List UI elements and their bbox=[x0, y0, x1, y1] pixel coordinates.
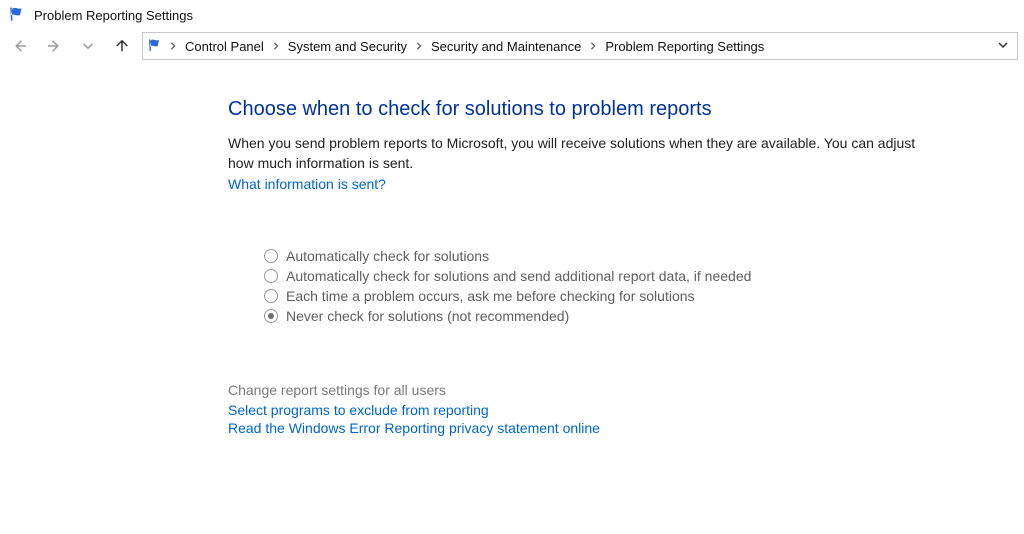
page-heading: Choose when to check for solutions to pr… bbox=[228, 98, 936, 121]
change-all-users-label: Change report settings for all users bbox=[228, 382, 936, 398]
content-area: Choose when to check for solutions to pr… bbox=[0, 66, 960, 460]
breadcrumb-item[interactable]: Control Panel bbox=[181, 37, 268, 56]
window-title: Problem Reporting Settings bbox=[34, 8, 193, 23]
option-ask-each-time[interactable]: Each time a problem occurs, ask me befor… bbox=[264, 288, 936, 304]
radio-icon bbox=[264, 269, 278, 283]
back-button[interactable] bbox=[6, 32, 34, 60]
options-group: Automatically check for solutions Automa… bbox=[264, 248, 936, 324]
option-label: Each time a problem occurs, ask me befor… bbox=[286, 288, 695, 304]
flag-icon bbox=[147, 38, 163, 54]
navbar: Control Panel System and Security Securi… bbox=[0, 28, 1024, 66]
option-label: Automatically check for solutions and se… bbox=[286, 268, 751, 284]
option-label: Never check for solutions (not recommend… bbox=[286, 308, 569, 324]
chevron-right-icon[interactable] bbox=[413, 42, 425, 50]
recent-dropdown-button[interactable] bbox=[74, 32, 102, 60]
titlebar: Problem Reporting Settings bbox=[0, 0, 1024, 28]
forward-button[interactable] bbox=[40, 32, 68, 60]
chevron-right-icon[interactable] bbox=[167, 42, 179, 50]
option-never-check[interactable]: Never check for solutions (not recommend… bbox=[264, 308, 936, 324]
breadcrumb-item[interactable]: System and Security bbox=[284, 37, 411, 56]
option-auto-check[interactable]: Automatically check for solutions bbox=[264, 248, 936, 264]
info-link[interactable]: What information is sent? bbox=[228, 176, 386, 192]
chevron-right-icon[interactable] bbox=[270, 42, 282, 50]
footer-links: Change report settings for all users Sel… bbox=[228, 382, 936, 436]
page-description: When you send problem reports to Microso… bbox=[228, 133, 936, 174]
privacy-statement-link[interactable]: Read the Windows Error Reporting privacy… bbox=[228, 420, 936, 436]
breadcrumb-item[interactable]: Problem Reporting Settings bbox=[601, 37, 768, 56]
radio-icon bbox=[264, 309, 278, 323]
address-bar[interactable]: Control Panel System and Security Securi… bbox=[142, 32, 1018, 60]
radio-icon bbox=[264, 289, 278, 303]
option-label: Automatically check for solutions bbox=[286, 248, 489, 264]
radio-icon bbox=[264, 249, 278, 263]
chevron-right-icon[interactable] bbox=[587, 42, 599, 50]
option-auto-check-send[interactable]: Automatically check for solutions and se… bbox=[264, 268, 936, 284]
flag-icon bbox=[8, 6, 26, 24]
breadcrumb-item[interactable]: Security and Maintenance bbox=[427, 37, 585, 56]
address-dropdown-button[interactable] bbox=[993, 39, 1013, 54]
up-button[interactable] bbox=[108, 32, 136, 60]
exclude-programs-link[interactable]: Select programs to exclude from reportin… bbox=[228, 402, 936, 418]
